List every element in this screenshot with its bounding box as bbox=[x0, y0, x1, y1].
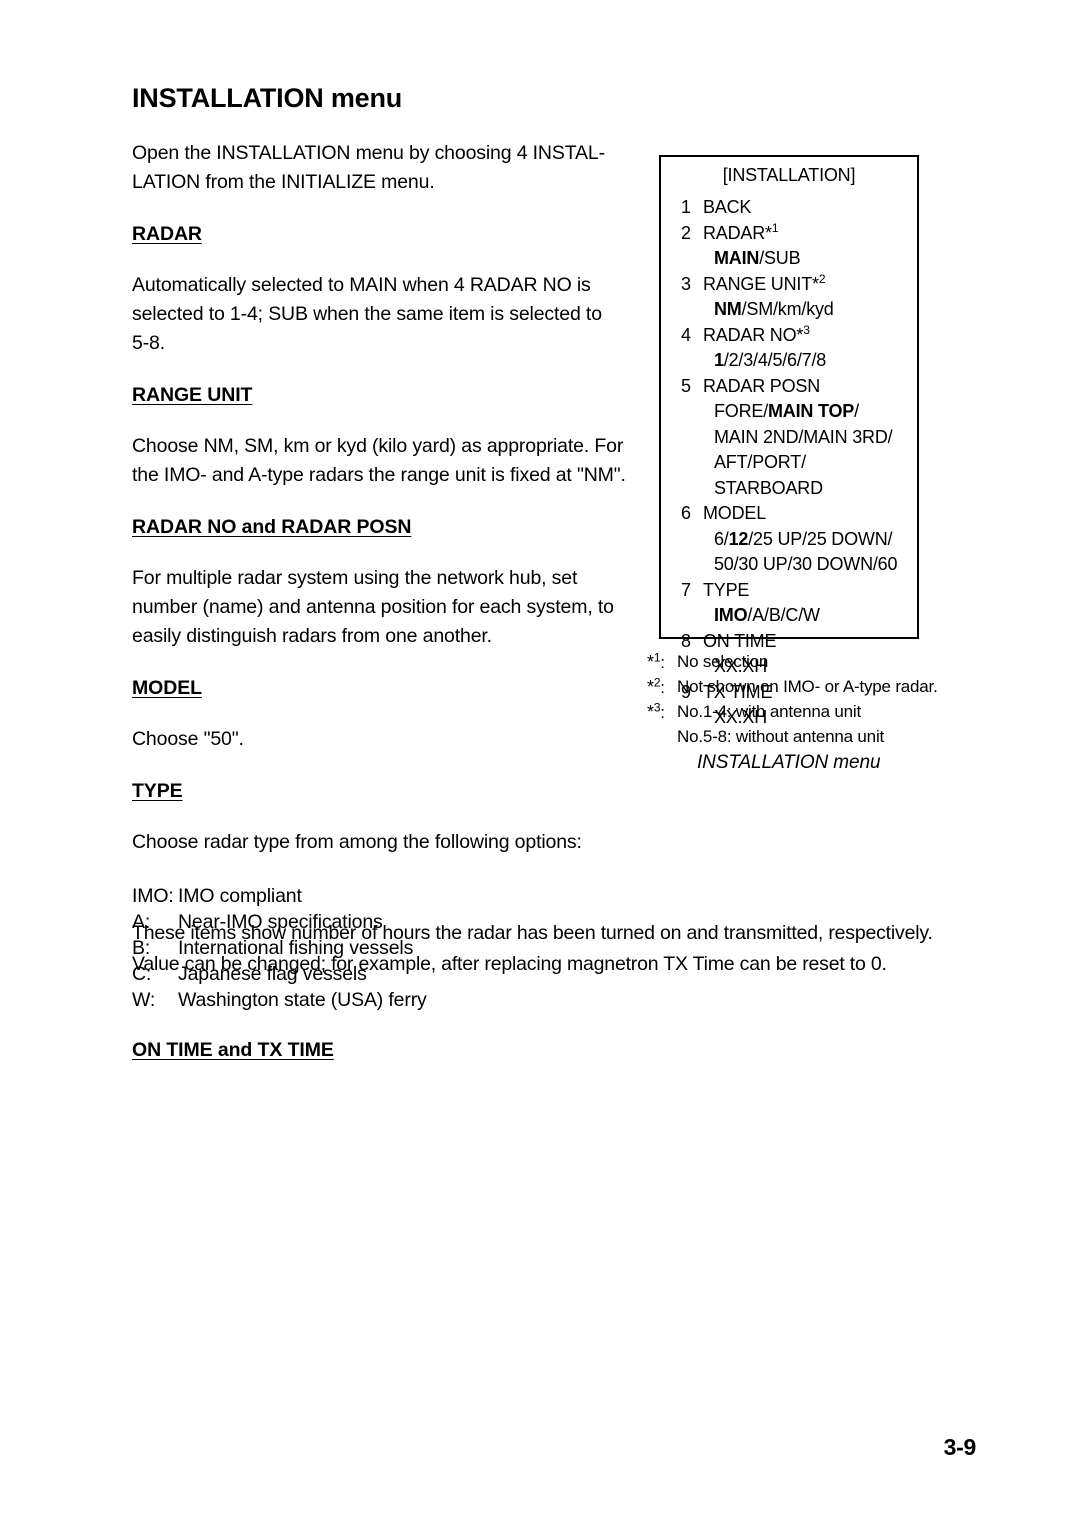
section-body-on-tx-time: These items show number of hours the rad… bbox=[132, 922, 933, 975]
menu-item-label: RADAR NO*3 bbox=[703, 322, 810, 345]
section-heading-model: MODEL bbox=[132, 676, 202, 699]
section-body-type: Choose radar type from among the followi… bbox=[132, 830, 582, 853]
menu-item-number: 4 bbox=[681, 324, 691, 345]
menu-item-label: RANGE UNIT*2 bbox=[703, 271, 826, 294]
menu-item-model[interactable]: 6 MODEL bbox=[681, 501, 917, 527]
menu-item-options-radar-posn: FORE/MAIN TOP/ bbox=[714, 401, 859, 421]
footnote-marker-2: 2 bbox=[818, 271, 826, 286]
footnote-marker-3: 3 bbox=[803, 322, 810, 337]
footnote-marker-1: 1 bbox=[771, 220, 779, 235]
figure-caption: INSTALLATION menu bbox=[697, 752, 881, 773]
menu-item-range-unit[interactable]: 3 RANGE UNIT*2 bbox=[681, 272, 917, 298]
footnote-text: No selection bbox=[677, 652, 769, 671]
section-body-model: Choose "50". bbox=[132, 727, 244, 750]
section-body-range-unit: Choose NM, SM, km or kyd (kilo yard) as … bbox=[132, 434, 626, 486]
section-heading-range-unit: RANGE UNIT bbox=[132, 383, 253, 406]
section-heading-radar: RADAR bbox=[132, 222, 202, 245]
menu-item-options-radar-posn: MAIN 2ND/MAIN 3RD/ bbox=[714, 426, 893, 447]
footnote-row: *3: No.1-4: with antenna unit bbox=[647, 700, 997, 725]
section-model: MODEL Choose "50". bbox=[132, 677, 652, 754]
menu-item-number: 6 bbox=[681, 503, 691, 523]
menu-item-options-type: IMO/A/B/C/W bbox=[714, 605, 820, 625]
menu-item-options-radar-no: 1/2/3/4/5/6/7/8 bbox=[714, 350, 827, 370]
section-body-radar: Automatically selected to MAIN when 4 RA… bbox=[132, 273, 602, 354]
menu-item-options-range-unit: NM/SM/km/kyd bbox=[714, 299, 834, 319]
section-heading-type: TYPE bbox=[132, 779, 183, 802]
type-option-row: W: Washington state (USA) ferry bbox=[132, 987, 652, 1013]
page-number: 3-9 bbox=[943, 1434, 977, 1460]
installation-menu-figure: [INSTALLATION] 1 BACK 2 RADAR*1 MAIN/SUB… bbox=[659, 155, 919, 727]
footnote-marker: *2: bbox=[647, 675, 665, 697]
section-heading-radar-no-posn: RADAR NO and RADAR POSN bbox=[132, 515, 412, 538]
menu-item-label: RADAR POSN bbox=[703, 375, 821, 396]
type-option-value: IMO compliant bbox=[178, 884, 302, 907]
menu-item-options-radar-posn: AFT/PORT/ bbox=[714, 452, 806, 472]
menu-item-radar-posn[interactable]: 5 RADAR POSN bbox=[681, 374, 917, 400]
menu-item-back[interactable]: 1 BACK bbox=[681, 195, 917, 221]
section-on-tx-time: ON TIME and TX TIME bbox=[132, 1039, 652, 1087]
menu-box-title: [INSTALLATION] bbox=[722, 165, 856, 185]
type-option-value: Washington state (USA) ferry bbox=[178, 988, 427, 1011]
footnote-row: *1: No selection bbox=[647, 650, 997, 675]
menu-item-options-radar-posn: STARBOARD bbox=[714, 477, 823, 498]
footnote-text: No.1-4: with antenna unit bbox=[677, 702, 862, 721]
menu-item-label: BACK bbox=[703, 197, 752, 217]
menu-item-options-model: 50/30 UP/30 DOWN/60 bbox=[714, 554, 898, 574]
footnote-row: *2: Not shown on IMO- or A-type radar. bbox=[647, 675, 997, 700]
section-body-radar-no-posn: For multiple radar system using the netw… bbox=[132, 566, 614, 647]
type-option-row: IMO: IMO compliant bbox=[132, 883, 652, 909]
page-title: INSTALLATION menu bbox=[132, 83, 403, 113]
menu-item-number: 3 bbox=[681, 273, 691, 294]
menu-item-label: RADAR*1 bbox=[703, 220, 779, 243]
figure-footnotes: *1: No selection *2: Not shown on IMO- o… bbox=[647, 650, 997, 749]
menu-item-number: 5 bbox=[681, 375, 691, 396]
section-heading-on-tx-time: ON TIME and TX TIME bbox=[132, 1038, 334, 1061]
menu-item-radar[interactable]: 2 RADAR*1 bbox=[681, 221, 917, 247]
menu-item-label: TYPE bbox=[703, 579, 750, 600]
menu-item-type[interactable]: 7 TYPE bbox=[681, 578, 917, 604]
type-option-key: IMO: bbox=[132, 884, 174, 907]
type-option-key: W: bbox=[132, 988, 156, 1011]
section-range-unit: RANGE UNIT Choose NM, SM, km or kyd (kil… bbox=[132, 384, 652, 490]
footnote-marker: *3: bbox=[647, 700, 665, 722]
document-page: INSTALLATION menu Open the INSTALLATION … bbox=[0, 0, 1080, 1527]
menu-box: [INSTALLATION] 1 BACK 2 RADAR*1 MAIN/SUB… bbox=[659, 155, 919, 727]
intro-paragraph: Open the INSTALLATION menu by choosing 4… bbox=[132, 141, 605, 193]
footnote-text: Not shown on IMO- or A-type radar. bbox=[677, 677, 938, 696]
menu-item-radar-no[interactable]: 4 RADAR NO*3 bbox=[681, 323, 917, 349]
footnote-subtext: No.5-8: without antenna unit bbox=[677, 727, 885, 746]
menu-item-number: 2 bbox=[681, 222, 691, 243]
section-radar-no-posn: RADAR NO and RADAR POSN For multiple rad… bbox=[132, 516, 652, 651]
menu-item-number: 7 bbox=[681, 579, 691, 600]
menu-item-options-radar: MAIN/SUB bbox=[714, 248, 801, 268]
menu-item-options-model: 6/12/25 UP/25 DOWN/ bbox=[714, 528, 893, 549]
footnote-marker: *1: bbox=[647, 650, 665, 672]
section-radar: RADAR Automatically selected to MAIN whe… bbox=[132, 223, 652, 358]
menu-item-label: MODEL bbox=[703, 503, 767, 523]
menu-item-number: 1 bbox=[681, 197, 691, 217]
